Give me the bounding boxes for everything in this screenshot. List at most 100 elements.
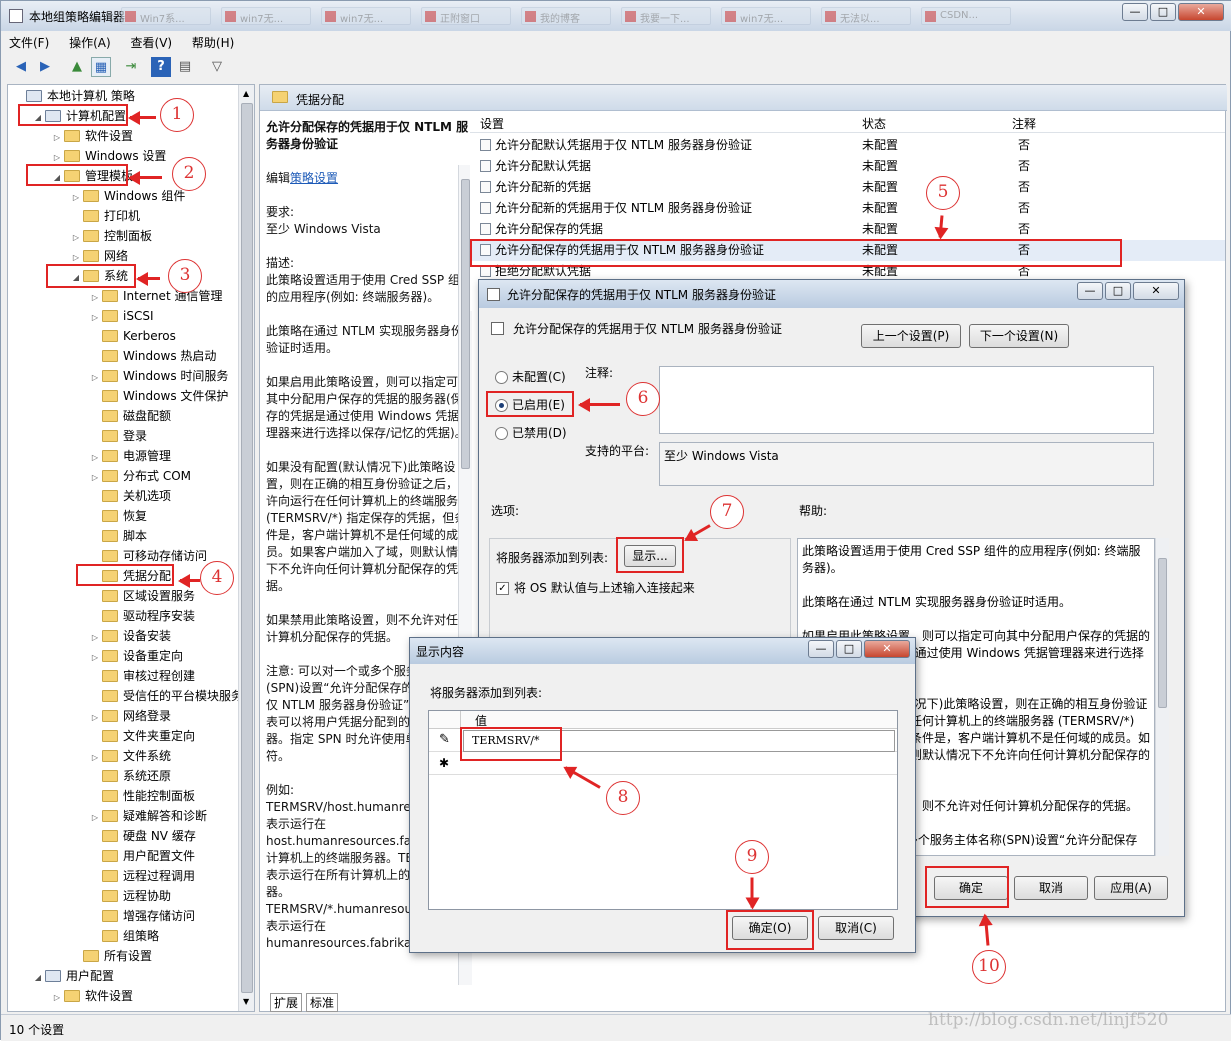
tab-extended[interactable]: 扩展: [270, 993, 303, 1012]
radio-not-configured-label[interactable]: 未配置(C): [512, 368, 566, 385]
previous-setting-button[interactable]: 上一个设置(P): [861, 324, 961, 348]
policy-min-button[interactable]: —: [1077, 282, 1103, 300]
tree-item[interactable]: 组策略: [88, 926, 159, 946]
tree-item[interactable]: 磁盘配额: [88, 406, 171, 426]
comment-textarea[interactable]: [659, 366, 1154, 434]
tree-item[interactable]: ▷ Internet 通信管理: [88, 286, 223, 308]
show-min-button[interactable]: —: [808, 640, 834, 658]
policy-close-button[interactable]: ✕: [1133, 282, 1179, 300]
tree-item[interactable]: Windows 热启动: [88, 346, 216, 366]
col-setting[interactable]: 设置: [480, 115, 504, 132]
radio-disabled[interactable]: [495, 427, 508, 440]
tab-standard[interactable]: 标准: [306, 993, 339, 1012]
up-folder-icon[interactable]: ▲: [67, 57, 87, 77]
menu-action[interactable]: 操作(A): [69, 34, 111, 51]
maximize-button[interactable]: □: [1150, 3, 1176, 21]
tree-item[interactable]: Windows 文件保护: [88, 386, 228, 406]
radio-disabled-label[interactable]: 已禁用(D): [512, 424, 567, 441]
tree-item[interactable]: 区域设置服务: [88, 586, 195, 606]
tree-expander-icon[interactable]: ▷: [88, 808, 102, 828]
setting-row[interactable]: 允许分配新的凭据 未配置 否: [470, 177, 1225, 198]
tree-item[interactable]: 文件夹重定向: [88, 726, 195, 746]
tree-item[interactable]: ▷ 软件设置: [50, 126, 133, 146]
edit-policy-link[interactable]: 策略设置: [290, 171, 338, 185]
tree-item[interactable]: ▷ 电源管理: [88, 446, 171, 466]
tree-item[interactable]: ▷ Windows 时间服务: [88, 366, 228, 386]
help-icon[interactable]: ?: [151, 57, 171, 77]
tree-expander-icon[interactable]: ▷: [88, 748, 102, 768]
concat-label[interactable]: 将 OS 默认值与上述输入连接起来: [514, 579, 695, 596]
tree-expander-icon[interactable]: ▷: [88, 468, 102, 488]
show-tree-icon[interactable]: ▦: [91, 57, 111, 77]
menu-file[interactable]: 文件(F): [9, 34, 49, 51]
filter-icon[interactable]: ▽: [207, 57, 227, 77]
tree-item[interactable]: ▷ 控制面板: [69, 226, 152, 246]
tree-item[interactable]: ▷ 设备安装: [88, 626, 171, 646]
tree-expander-icon[interactable]: ▷: [88, 708, 102, 728]
tree-item[interactable]: 审核过程创建: [88, 666, 195, 686]
tree-expander-icon[interactable]: ▷: [69, 188, 83, 208]
tree-expander-icon[interactable]: ▷: [88, 628, 102, 648]
tree-item[interactable]: 驱动程序安装: [88, 606, 195, 626]
title-bar[interactable]: 本地组策略编辑器 Win7系... win7无... win7无... 正附窗口 我的博…: [1, 1, 1231, 31]
tree-item[interactable]: 远程过程调用: [88, 866, 195, 886]
close-button[interactable]: ✕: [1178, 3, 1224, 21]
tree-item[interactable]: ▷ 网络: [69, 246, 128, 266]
tree-item[interactable]: 关机选项: [88, 486, 171, 506]
properties-icon[interactable]: ▤: [175, 57, 195, 77]
tree-item[interactable]: Kerberos: [88, 326, 176, 346]
policy-max-button[interactable]: □: [1105, 282, 1131, 300]
tree-item[interactable]: ◢ 用户配置: [31, 966, 114, 986]
tree-expander-icon[interactable]: ▷: [69, 228, 83, 248]
radio-not-configured[interactable]: [495, 371, 508, 384]
tree-item[interactable]: ▷ 软件设置: [50, 986, 133, 1006]
tree-scrollbar[interactable]: ▲ ▼: [238, 85, 254, 1011]
help-scrollbar[interactable]: [1155, 538, 1169, 856]
concat-checkbox[interactable]: ✓: [496, 582, 509, 595]
tree-item[interactable]: 脚本: [88, 526, 147, 546]
setting-row[interactable]: 允许分配默认凭据用于仅 NTLM 服务器身份验证 未配置 否: [470, 135, 1225, 156]
tree-item[interactable]: ▷ Windows 设置: [50, 146, 166, 166]
setting-row[interactable]: 允许分配保存的凭据 未配置 否: [470, 219, 1225, 240]
tree-expander-icon[interactable]: ▷: [88, 288, 102, 308]
tree-expander-icon[interactable]: ▷: [88, 368, 102, 388]
show-close-button[interactable]: ✕: [864, 640, 910, 658]
tree-item[interactable]: 远程协助: [88, 886, 171, 906]
tree-item[interactable]: 恢复: [88, 506, 147, 526]
minimize-button[interactable]: —: [1122, 3, 1148, 21]
tree-item[interactable]: ▷ 分布式 COM: [88, 466, 191, 486]
setting-row[interactable]: 允许分配默认凭据 未配置 否: [470, 156, 1225, 177]
tree-item[interactable]: 所有设置: [69, 946, 152, 966]
tree-item[interactable]: ▷ Windows 组件: [69, 186, 185, 206]
tree-item[interactable]: 登录: [88, 426, 147, 446]
show-cancel-button[interactable]: 取消(C): [818, 916, 894, 940]
tree-item[interactable]: 本地计算机 策略: [12, 86, 135, 106]
tree-item[interactable]: ▷ iSCSI: [88, 306, 154, 326]
tree-item[interactable]: 系统还原: [88, 766, 171, 786]
show-dialog-titlebar[interactable]: 显示内容 — □ ✕: [410, 638, 915, 664]
policy-cancel-button[interactable]: 取消: [1014, 876, 1088, 900]
next-setting-button[interactable]: 下一个设置(N): [969, 324, 1069, 348]
tree-item[interactable]: ▷ 设备重定向: [88, 646, 183, 666]
tree-expander-icon[interactable]: ▷: [50, 988, 64, 1008]
back-arrow-icon[interactable]: ◀: [11, 57, 31, 77]
tree-item[interactable]: 受信任的平台模块服务: [88, 686, 243, 706]
tree-item[interactable]: ▷ 网络登录: [88, 706, 171, 726]
show-max-button[interactable]: □: [836, 640, 862, 658]
col-state[interactable]: 状态: [862, 115, 886, 132]
scroll-up-icon[interactable]: ▲: [243, 89, 249, 98]
tree-item[interactable]: ▷ 文件系统: [88, 746, 171, 766]
tree-item[interactable]: 打印机: [69, 206, 140, 226]
tree-expander-icon[interactable]: ▷: [50, 128, 64, 148]
policy-apply-button[interactable]: 应用(A): [1094, 876, 1168, 900]
tree-expander-icon[interactable]: ▷: [88, 648, 102, 668]
forward-arrow-icon[interactable]: ▶: [35, 57, 55, 77]
tree-item[interactable]: 用户配置文件: [88, 846, 195, 866]
menu-view[interactable]: 查看(V): [131, 34, 173, 51]
tree-item[interactable]: 可移动存储访问: [88, 546, 207, 566]
tree-expander-icon[interactable]: ◢: [31, 968, 45, 988]
setting-row[interactable]: 允许分配新的凭据用于仅 NTLM 服务器身份验证 未配置 否: [470, 198, 1225, 219]
tree-item[interactable]: 硬盘 NV 缓存: [88, 826, 196, 846]
col-comment[interactable]: 注释: [1012, 115, 1036, 132]
tree-item[interactable]: 性能控制面板: [88, 786, 195, 806]
